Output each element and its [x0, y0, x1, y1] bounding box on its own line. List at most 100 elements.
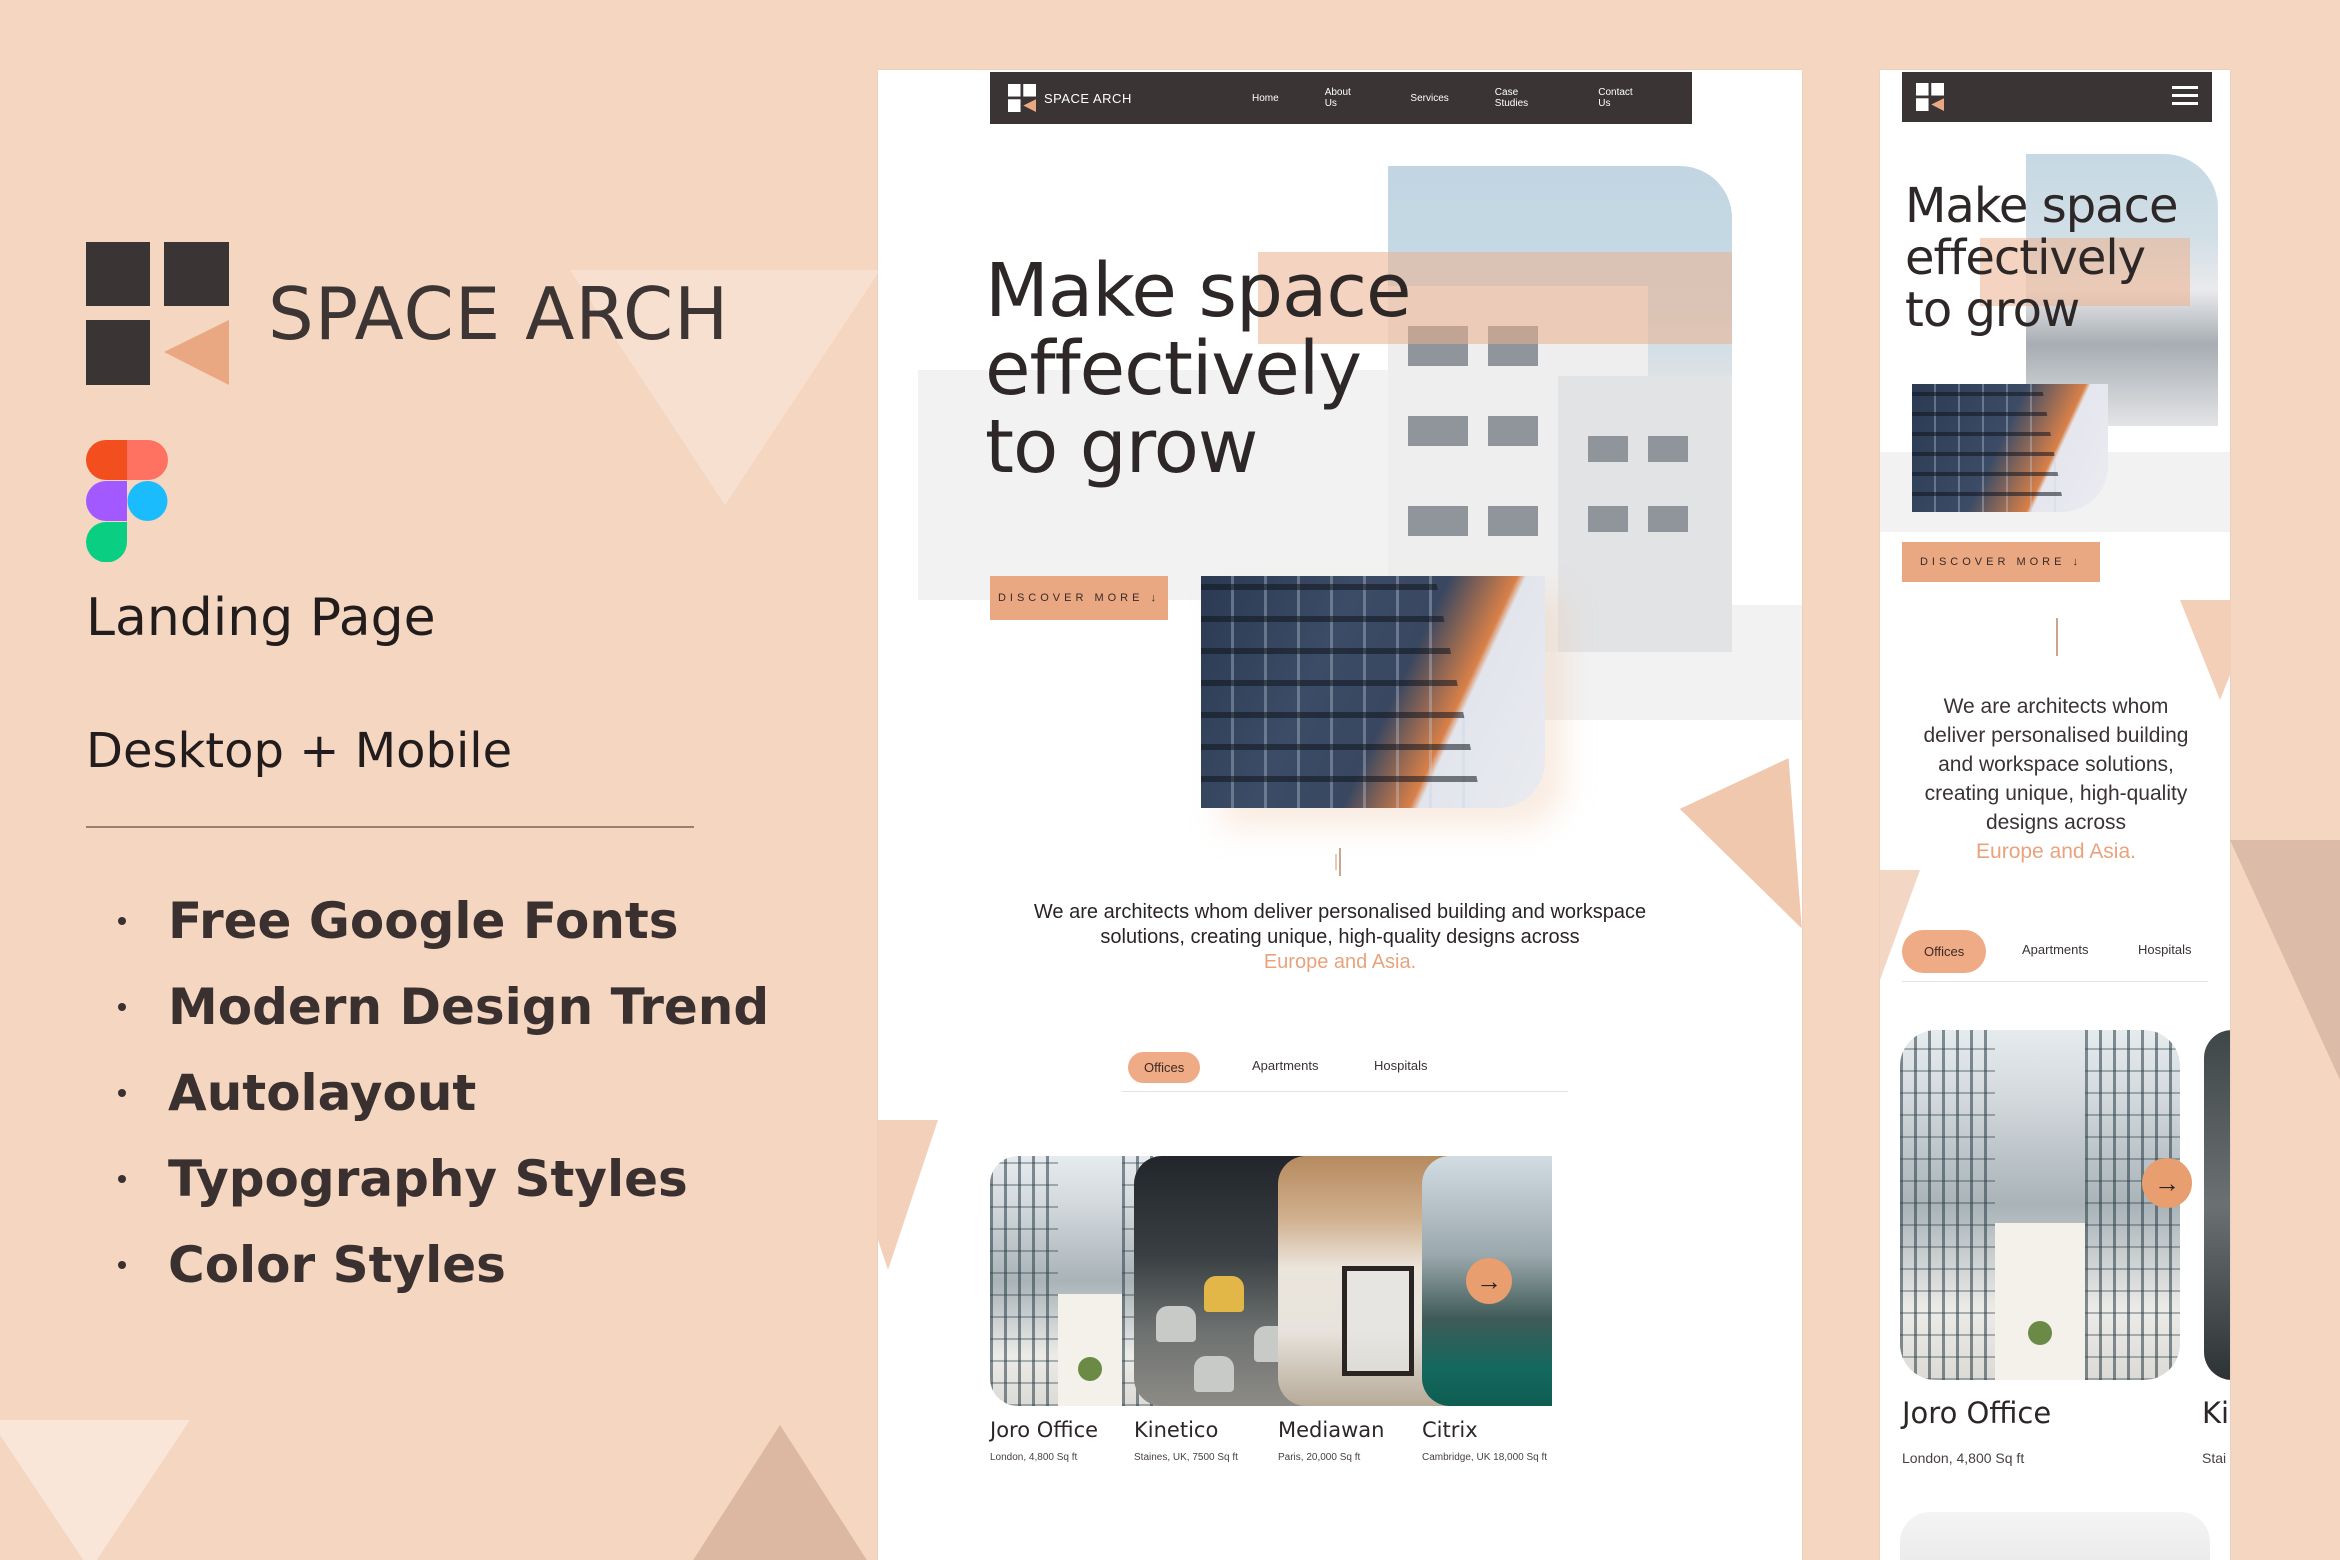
nav-link-home[interactable]: Home [1252, 93, 1279, 104]
hero-heading: Make space effectively to grow [1905, 180, 2230, 336]
menu-bar [2172, 94, 2198, 97]
nav-links: Home About Us Services Case Studies Cont… [1252, 72, 1692, 124]
building-shape [1558, 376, 1732, 652]
arrow-right-icon[interactable]: → [1466, 1258, 1512, 1304]
building-window [1588, 506, 1628, 532]
project-name: Citrix [1422, 1418, 1478, 1442]
bullet-icon [118, 1261, 126, 1269]
bullet-icon [118, 1003, 126, 1011]
hamburger-menu-icon[interactable] [2172, 86, 2198, 106]
hero-heading-line: to grow [985, 404, 1258, 490]
mobile-navbar [1902, 72, 2212, 122]
feature-label: Color Styles [168, 1236, 506, 1294]
product-subtitle: Desktop + Mobile [86, 723, 513, 779]
scroll-indicator [1339, 848, 1341, 876]
feature-label: Typography Styles [168, 1150, 688, 1208]
project-card[interactable]: Citrix Cambridge, UK 18,000 Sq ft [1422, 1156, 1552, 1463]
tab-offices[interactable]: Offices [1902, 930, 1987, 973]
chair-shape [1156, 1306, 1196, 1342]
building-window [1488, 506, 1538, 536]
tab-hospitals[interactable]: Hospitals [1374, 1058, 1427, 1073]
space-arch-logo-icon[interactable] [1008, 84, 1036, 112]
about-description: We are architects whom deliver personali… [1910, 692, 2202, 866]
product-title: Landing Page [86, 588, 436, 648]
feature-item: Autolayout [118, 1050, 769, 1136]
chair-shape [1194, 1356, 1234, 1392]
about-text: We are architects whom deliver personali… [1923, 695, 2189, 834]
bullet-icon [118, 917, 126, 925]
discover-more-button[interactable]: DISCOVER MORE ↓ [990, 576, 1168, 620]
menu-bar [2172, 86, 2198, 89]
decor-triangle [2180, 600, 2230, 700]
figma-logo-icon [86, 440, 168, 562]
feature-label: Free Google Fonts [168, 892, 679, 950]
balcony-building-image [1912, 384, 2108, 512]
mobile-mockup: Make space effectively to grow DISCOVER … [1880, 70, 2230, 1560]
arrow-right-icon[interactable]: → [2142, 1158, 2192, 1208]
project-image[interactable] [1900, 1030, 2180, 1380]
about-description: We are architects whom deliver personali… [1008, 900, 1672, 975]
tab-apartments[interactable]: Apartments [1252, 1058, 1318, 1073]
scroll-indicator [2056, 618, 2058, 656]
project-name: Ki [2202, 1396, 2230, 1430]
feature-item: Free Google Fonts [118, 878, 769, 964]
about-text: We are architects whom deliver personali… [1033, 901, 1647, 948]
project-name: Joro Office [1902, 1396, 2052, 1430]
decor-triangle [690, 1425, 870, 1560]
hero-heading-line: effectively [985, 326, 1362, 412]
atrium-wall [1900, 1030, 1996, 1380]
building-window [1648, 506, 1688, 532]
feature-label: Autolayout [168, 1064, 477, 1122]
bullet-icon [118, 1089, 126, 1097]
brand-name: SPACE ARCH [268, 272, 730, 356]
next-section-preview [1900, 1512, 2210, 1560]
project-meta: Cambridge, UK 18,000 Sq ft [1422, 1452, 1548, 1463]
balcony-pattern [1912, 384, 2065, 512]
discover-more-button[interactable]: DISCOVER MORE ↓ [1902, 542, 2100, 582]
feature-list: Free Google Fonts Modern Design Trend Au… [118, 878, 769, 1308]
decor-triangle [1679, 758, 1802, 954]
feature-label: Modern Design Trend [168, 978, 770, 1036]
building-window [1588, 436, 1628, 462]
feature-item: Modern Design Trend [118, 964, 769, 1050]
plant-icon [1078, 1357, 1102, 1381]
tab-offices[interactable]: Offices [1128, 1052, 1201, 1083]
feature-item: Typography Styles [118, 1136, 769, 1222]
hero-heading-line: Make space [1905, 178, 2179, 234]
decor-triangle [878, 1120, 938, 1270]
project-meta: London, 4,800 Sq ft [1902, 1450, 2025, 1466]
desktop-navbar: SPACE ARCH Home About Us Services Case S… [990, 72, 1692, 124]
hero-heading-line: to grow [1905, 282, 2080, 338]
menu-bar [2172, 102, 2198, 105]
plant-icon [2028, 1321, 2052, 1345]
bullet-icon [118, 1175, 126, 1183]
chair-shape [1204, 1276, 1244, 1312]
building-window [1408, 506, 1468, 536]
door-shape [1342, 1266, 1414, 1376]
nav-link-about[interactable]: About Us [1325, 87, 1365, 109]
nav-link-services[interactable]: Services [1410, 93, 1448, 104]
space-arch-logo-icon [86, 242, 229, 385]
balcony-building-image [1201, 576, 1545, 808]
project-meta: Stai [2202, 1450, 2227, 1466]
building-window [1648, 436, 1688, 462]
desktop-mockup: SPACE ARCH Home About Us Services Case S… [878, 70, 1802, 1560]
nav-brand[interactable]: SPACE ARCH [1044, 91, 1132, 106]
nav-link-case-studies[interactable]: Case Studies [1495, 87, 1552, 109]
tab-apartments[interactable]: Apartments [2022, 942, 2088, 957]
space-arch-logo-icon[interactable] [1916, 83, 1944, 111]
nav-link-contact[interactable]: Contact Us [1598, 87, 1646, 109]
divider [86, 826, 694, 828]
hero-heading-line: effectively [1905, 230, 2146, 286]
scroll-indicator [1335, 854, 1337, 870]
about-accent-text: Europe and Asia. [1976, 840, 2136, 863]
about-accent-text: Europe and Asia. [1263, 951, 1417, 973]
hero-heading-line: Make space [985, 248, 1412, 334]
project-image[interactable] [2204, 1030, 2230, 1380]
atrium-floor [1995, 1222, 2085, 1380]
tab-hospitals[interactable]: Hospitals [2138, 942, 2191, 957]
project-tabs: Offices Apartments Hospitals [1902, 930, 2208, 982]
hero-heading: Make space effectively to grow [985, 252, 1545, 486]
decor-triangle [2230, 840, 2340, 1080]
atrium-wall [990, 1156, 1058, 1406]
